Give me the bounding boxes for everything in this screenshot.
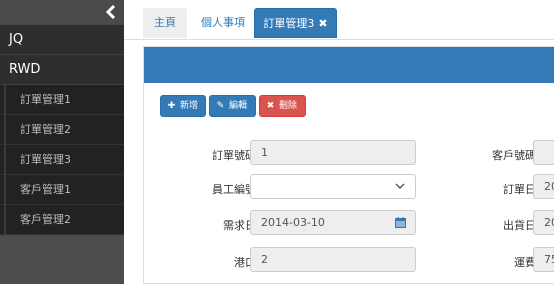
tab-home[interactable]: 主頁 xyxy=(143,8,187,38)
sidebar: JQ RWD 訂單管理1 訂單管理2 訂單管理3 客戶管理1 客戶管理2 xyxy=(0,0,124,284)
close-icon[interactable]: ✖ xyxy=(318,9,327,39)
delete-button-label: 刪除 xyxy=(279,101,298,111)
required-date-label: 需求日 xyxy=(223,219,256,232)
delete-icon: ✖ xyxy=(266,101,275,111)
calendar-button[interactable] xyxy=(387,210,416,235)
sidebar-menu-jq[interactable]: JQ xyxy=(0,25,124,55)
employee-no-label: 員工編號 xyxy=(212,183,256,196)
chevron-down-icon xyxy=(395,183,405,189)
sidebar-item-customer-2[interactable]: 客戶管理2 xyxy=(0,205,124,235)
main-content: 主頁 個人事項 訂單管理3 ✖ ✚ 新增 ✎ 編輯 ✖ 刪除 訂單號碼 1 客戶號碼 員… xyxy=(124,0,554,284)
sidebar-item-order-1[interactable]: 訂單管理1 xyxy=(0,85,124,115)
port-field[interactable]: 2 xyxy=(250,247,416,272)
order-date-label: 訂單日 xyxy=(503,183,536,196)
tab-bar: 主頁 個人事項 訂單管理3 ✖ xyxy=(124,0,554,40)
sidebar-item-order-2[interactable]: 訂單管理2 xyxy=(0,115,124,145)
required-date-field[interactable]: 2014-03-10 xyxy=(250,210,388,235)
sidebar-top xyxy=(0,0,124,25)
port-label: 港口 xyxy=(234,256,256,269)
tab-personal[interactable]: 個人事項 xyxy=(193,8,253,38)
order-date-field[interactable]: 20 xyxy=(533,174,554,199)
customer-no-field[interactable] xyxy=(533,140,554,165)
edit-icon: ✎ xyxy=(216,101,225,111)
delete-button[interactable]: ✖ 刪除 xyxy=(259,95,306,117)
plus-icon: ✚ xyxy=(167,101,176,111)
calendar-icon xyxy=(395,217,406,228)
order-no-label: 訂單號碼 xyxy=(212,149,256,162)
edit-button-label: 編輯 xyxy=(229,101,248,111)
chevron-left-icon[interactable] xyxy=(105,5,117,19)
tab-order-3-label: 訂單管理3 xyxy=(263,17,315,30)
employee-no-select[interactable] xyxy=(250,174,416,199)
customer-no-label: 客戶號碼 xyxy=(492,149,536,162)
freight-label: 運費 xyxy=(514,256,536,269)
add-button-label: 新增 xyxy=(180,101,199,111)
tab-order-3[interactable]: 訂單管理3 ✖ xyxy=(254,8,337,38)
add-button[interactable]: ✚ 新增 xyxy=(160,95,206,117)
panel-heading xyxy=(144,47,554,83)
order-no-field[interactable]: 1 xyxy=(250,140,416,165)
sidebar-submenu: 訂單管理1 訂單管理2 訂單管理3 客戶管理1 客戶管理2 xyxy=(0,85,124,235)
sidebar-item-order-3[interactable]: 訂單管理3 xyxy=(0,145,124,175)
order-panel: ✚新增 ✎編輯 ✖刪除 訂單號碼 1 客戶號碼 員工編號 訂單日 20 需求日 … xyxy=(143,46,554,284)
edit-button[interactable]: ✎ 編輯 xyxy=(209,95,256,117)
sidebar-menu-rwd[interactable]: RWD xyxy=(0,55,124,85)
sidebar-item-customer-1[interactable]: 客戶管理1 xyxy=(0,175,124,205)
freight-field[interactable]: 75 xyxy=(533,247,554,272)
sidebar-empty-area xyxy=(0,236,124,284)
shipped-date-label: 出貨日 xyxy=(503,219,536,232)
shipped-date-field[interactable]: 20 xyxy=(533,210,554,235)
